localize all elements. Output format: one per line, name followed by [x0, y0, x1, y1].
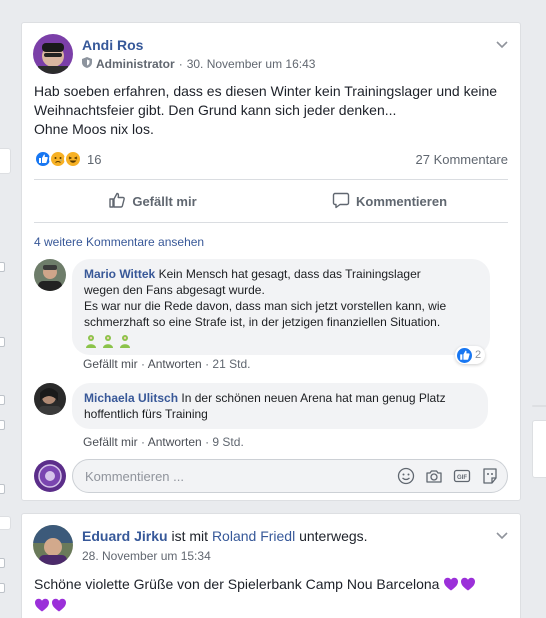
thumb-up-icon	[108, 191, 132, 212]
comment-text-line: Es war nur die Rede davon, dass man sich…	[84, 299, 447, 313]
post-action-bar: Gefällt mir Kommentieren	[34, 179, 508, 223]
left-card-fragment	[0, 516, 11, 530]
author-avatar[interactable]	[33, 525, 73, 565]
comment-text: Kein Mensch hat gesagt, dass das Trainin…	[158, 267, 421, 281]
feed-post: Eduard Jirku ist mit Roland Friedl unter…	[21, 513, 521, 618]
comment-input-placeholder: Kommentieren ...	[85, 468, 184, 484]
tagged-person-link[interactable]: Roland Friedl	[212, 528, 295, 544]
comment-reply-link[interactable]: Antworten	[148, 435, 202, 449]
comment-bubble: Mario Wittek Kein Mensch hat gesagt, das…	[72, 259, 490, 355]
person-emoji-icon	[118, 334, 132, 348]
comment-text-line: wegen den Fans abgesagt wurde.	[84, 283, 265, 297]
like-button[interactable]: Gefällt mir	[34, 180, 271, 222]
comment-timestamp[interactable]: 21 Std.	[212, 357, 250, 371]
action-separator: ·	[205, 357, 210, 371]
post-meta: Administrator · 30. November um 16:43	[82, 57, 315, 71]
comment-like-badge[interactable]: 2	[455, 346, 486, 364]
comment-reply-link[interactable]: Antworten	[148, 357, 202, 371]
comment: Michaela Ulitsch In der schönen neuen Ar…	[34, 383, 508, 449]
comment: Mario Wittek Kein Mensch hat gesagt, das…	[34, 259, 508, 371]
like-reaction-icon	[457, 347, 472, 363]
purple-heart-icon	[34, 597, 50, 613]
with-suffix: unterwegs.	[299, 528, 368, 544]
chevron-down-icon[interactable]	[496, 528, 508, 540]
left-card-fragment	[0, 148, 11, 174]
post-timestamp[interactable]: 28. November um 15:34	[82, 549, 211, 563]
comment-like-count: 2	[475, 349, 482, 361]
comment-count[interactable]: 27 Kommentare	[416, 152, 509, 167]
action-separator: ·	[141, 435, 146, 449]
comment-actions: Gefällt mir · Antworten · 9 Std.	[83, 435, 244, 449]
left-edge-marker	[0, 558, 5, 568]
comment-input[interactable]: Kommentieren ... GIF	[72, 459, 508, 493]
view-more-comments-link[interactable]: 4 weitere Kommentare ansehen	[34, 235, 204, 249]
left-edge-marker	[0, 583, 5, 593]
post-text: Schöne violette Grüße von der Spielerban…	[34, 576, 440, 592]
right-column-divider	[532, 405, 546, 407]
post-text-line: Hab soeben erfahren, dass es diesen Wint…	[34, 83, 498, 99]
comment-actions: Gefällt mir · Antworten · 21 Std.	[83, 357, 250, 371]
action-separator: ·	[141, 357, 146, 371]
post-header: Eduard Jirku ist mit Roland Friedl unter…	[22, 514, 520, 572]
gif-icon[interactable]: GIF	[453, 467, 471, 485]
commenter-avatar[interactable]	[34, 383, 66, 415]
camera-icon[interactable]	[425, 467, 443, 485]
haha-reaction-icon	[64, 150, 82, 168]
admin-role-label: Administrator	[96, 57, 175, 71]
author-avatar[interactable]	[33, 34, 73, 74]
composer-tools: GIF	[387, 467, 499, 485]
own-avatar[interactable]	[34, 460, 66, 492]
left-edge-marker	[0, 337, 5, 347]
feed-post: Andi Ros Administrator · 30. November um…	[21, 22, 521, 501]
purple-heart-icon	[460, 576, 476, 592]
post-timestamp[interactable]: 30. November um 16:43	[187, 57, 316, 71]
left-edge-marker	[0, 484, 5, 494]
comment-text: In der schönen neuen Arena hat man genug…	[181, 391, 446, 405]
post-author-line: Eduard Jirku ist mit Roland Friedl unter…	[82, 528, 368, 544]
comment-like-link[interactable]: Gefällt mir	[83, 357, 138, 371]
comment-emoji-row	[84, 330, 478, 348]
comment-bubble: Michaela Ulitsch In der schönen neuen Ar…	[72, 383, 488, 429]
like-button-label: Gefällt mir	[132, 193, 197, 209]
comment-like-link[interactable]: Gefällt mir	[83, 435, 138, 449]
post-meta: 28. November um 15:34	[82, 549, 211, 563]
post-body: Schöne violette Grüße von der Spielerban…	[22, 574, 502, 616]
post-text-line: Ohne Moos nix los.	[34, 121, 154, 137]
reactions-summary: 16 27 Kommentare	[34, 149, 508, 169]
commenter-name[interactable]: Michaela Ulitsch	[84, 391, 178, 405]
person-emoji-icon	[101, 334, 115, 348]
meta-separator: ·	[178, 57, 183, 71]
reaction-count[interactable]: 16	[87, 152, 101, 167]
comment-composer-row: Kommentieren ... GIF	[34, 458, 508, 494]
post-header: Andi Ros Administrator · 30. November um…	[22, 23, 520, 81]
commenter-avatar[interactable]	[34, 259, 66, 291]
comment-text-line: hoffentlich fürs Training	[84, 407, 208, 421]
with-text: ist mit	[171, 528, 209, 544]
left-edge-marker	[0, 395, 5, 405]
chevron-down-icon[interactable]	[496, 37, 508, 49]
speech-bubble-icon	[332, 191, 356, 212]
emoji-icon[interactable]	[397, 467, 415, 485]
action-separator: ·	[205, 435, 210, 449]
left-column-edge	[0, 0, 12, 618]
purple-heart-icon	[443, 576, 459, 592]
comment-text-line: schmerzhaft so eine Strafe ist, in der j…	[84, 315, 441, 329]
person-emoji-icon	[84, 334, 98, 348]
comment-button[interactable]: Kommentieren	[271, 180, 508, 222]
right-column-edge	[532, 420, 546, 478]
commenter-name[interactable]: Mario Wittek	[84, 267, 155, 281]
shield-icon	[82, 57, 92, 71]
left-edge-marker	[0, 262, 5, 272]
comment-timestamp[interactable]: 9 Std.	[212, 435, 243, 449]
comment-button-label: Kommentieren	[355, 193, 448, 209]
post-author-name[interactable]: Andi Ros	[82, 37, 143, 53]
post-text-line: Weihnachtsfeier gibt. Den Grund kann sic…	[34, 102, 397, 118]
reaction-icons[interactable]: 16	[34, 150, 101, 168]
purple-heart-icon	[51, 597, 67, 613]
sticker-icon[interactable]	[481, 467, 499, 485]
post-author-name[interactable]: Eduard Jirku	[82, 528, 168, 544]
left-edge-marker	[0, 420, 5, 430]
svg-text:GIF: GIF	[457, 475, 467, 481]
post-body: Hab soeben erfahren, dass es diesen Wint…	[22, 82, 520, 139]
